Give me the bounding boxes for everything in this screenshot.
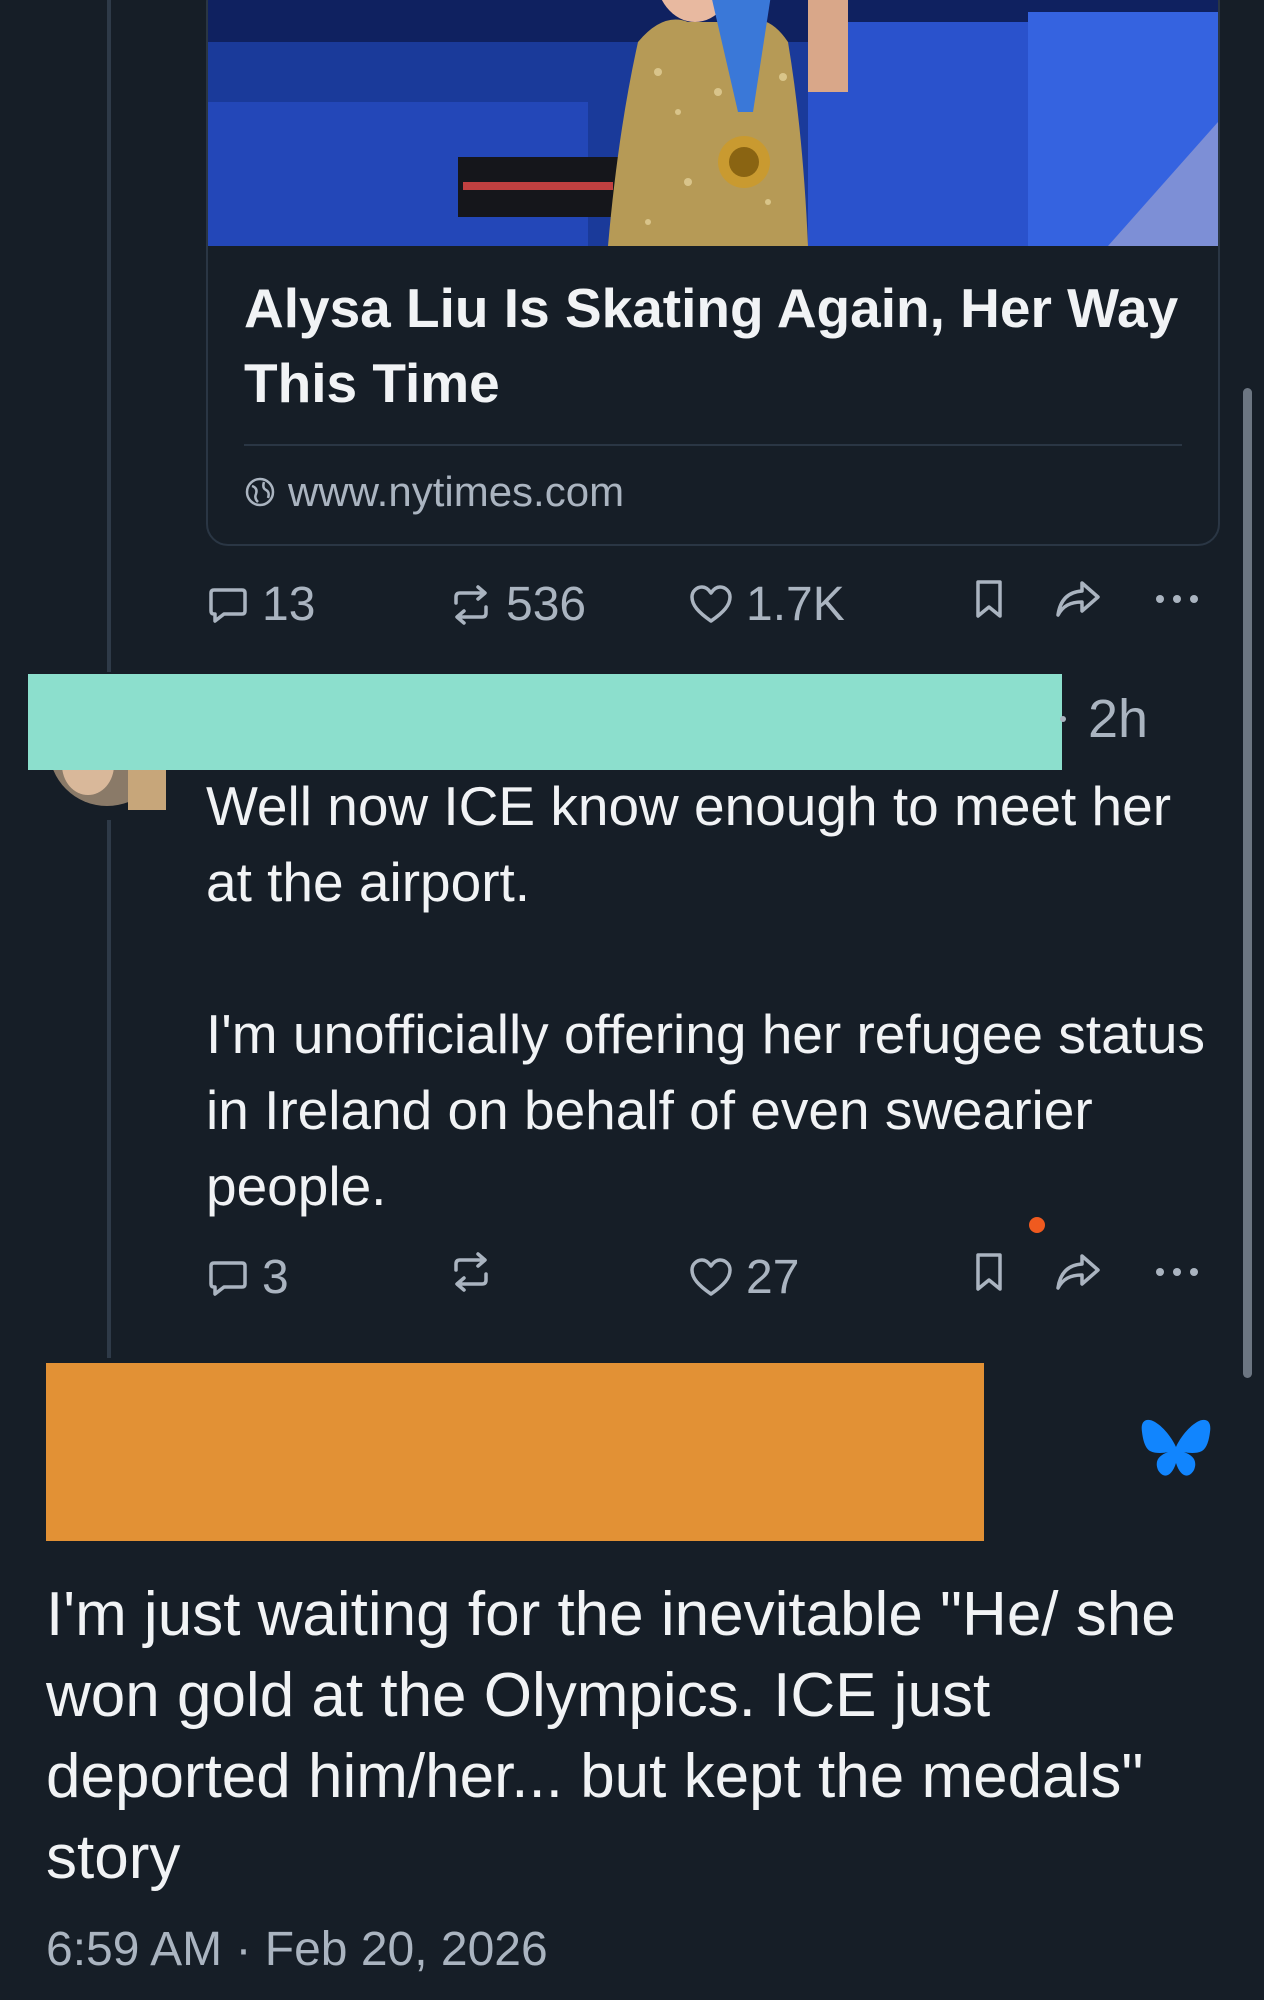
share-button[interactable] [1054, 577, 1102, 621]
separator-dot [1060, 716, 1066, 722]
like-button[interactable]: 27 [688, 1250, 799, 1305]
link-card-domain[interactable]: www.nytimes.com [244, 468, 624, 516]
thread-line-bottom [107, 820, 111, 1358]
redacted-author [46, 1363, 984, 1541]
like-count: 1.7K [746, 578, 845, 631]
link-card[interactable]: Alysa Liu Is Skating Again, Her Way This… [206, 0, 1220, 546]
link-card-divider [244, 444, 1182, 446]
more-options-button[interactable] [1152, 577, 1202, 621]
globe-icon [245, 477, 275, 507]
link-card-title[interactable]: Alysa Liu Is Skating Again, Her Way This… [244, 271, 1184, 421]
reply-text[interactable]: Well now ICE know enough to meet her at … [206, 768, 1216, 1224]
repost-icon [454, 584, 488, 625]
bookmark-button[interactable] [969, 1250, 1009, 1294]
share-icon [1056, 1254, 1100, 1290]
repost-icon [454, 1252, 488, 1292]
redacted-username [28, 674, 1062, 770]
thread-line-top [107, 0, 111, 672]
share-button[interactable] [1054, 1250, 1102, 1294]
share-icon [1056, 581, 1100, 617]
bookmark-icon [976, 580, 1002, 618]
quoted-post-action-bar: 13 536 1.7K [206, 577, 1216, 637]
reply-time-ago[interactable]: 2h [1088, 688, 1148, 750]
reply-icon [209, 1260, 247, 1296]
main-post-text[interactable]: I'm just waiting for the inevitable "He/… [46, 1574, 1226, 1898]
post-timestamp[interactable]: 6:59 AM · Feb 20, 2026 [46, 1922, 548, 1977]
like-icon [690, 584, 732, 623]
more-options-button[interactable] [1152, 1250, 1202, 1294]
reply-icon [209, 587, 247, 623]
reply-action-bar: 3 27 [206, 1250, 1216, 1310]
like-icon [690, 1257, 732, 1296]
bookmark-icon [976, 1253, 1002, 1291]
scrollbar[interactable] [1243, 388, 1252, 1378]
repost-count: 536 [506, 578, 587, 631]
reply-button[interactable]: 3 [206, 1250, 289, 1305]
link-card-domain-text: www.nytimes.com [288, 468, 625, 515]
repost-button[interactable]: 536 [448, 577, 586, 632]
reply-button[interactable]: 13 [206, 577, 315, 632]
like-button[interactable]: 1.7K [688, 577, 845, 632]
repost-button[interactable] [448, 1250, 494, 1294]
reply-paragraph-1: Well now ICE know enough to meet her at … [206, 775, 1172, 913]
reply-count: 3 [262, 1251, 289, 1304]
like-count: 27 [746, 1251, 800, 1304]
reply-paragraph-2: I'm unofficially offering her refugee st… [206, 1003, 1206, 1217]
more-icon [1156, 1268, 1198, 1276]
more-icon [1156, 595, 1198, 603]
bookmark-button[interactable] [969, 577, 1009, 621]
link-card-image[interactable] [208, 0, 1218, 246]
reply-count: 13 [262, 578, 316, 631]
notification-dot [1029, 1217, 1045, 1233]
bluesky-butterfly-icon[interactable] [1140, 1418, 1212, 1484]
